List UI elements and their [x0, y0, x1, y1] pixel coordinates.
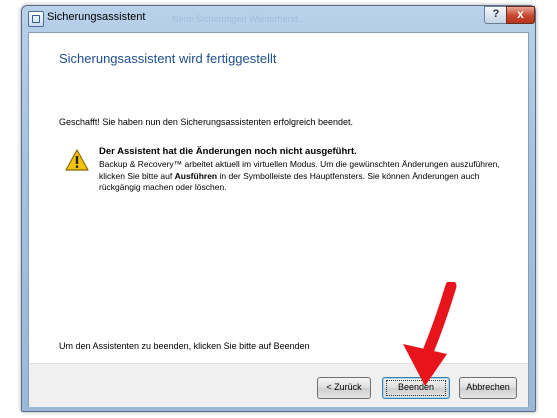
warning-title: Der Assistent hat die Änderungen noch ni…: [99, 146, 357, 157]
background-window-title: Neue Sicherungen Wiederherst...: [172, 14, 306, 24]
close-button[interactable]: x: [506, 6, 535, 24]
cancel-button[interactable]: Abbrechen: [459, 377, 517, 399]
back-button[interactable]: < Zurück: [317, 377, 371, 399]
warning-icon: [65, 149, 89, 171]
app-icon: [28, 11, 44, 27]
intro-text: Geschafft! Sie haben nun den Sicherungsa…: [59, 117, 354, 127]
red-arrow-annotation: [403, 282, 457, 386]
help-button[interactable]: ?: [484, 6, 508, 24]
run-command-name: Ausführen: [174, 170, 218, 181]
page-title: Sicherungsassistent wird fertiggestellt: [59, 51, 277, 66]
window-title: Sicherungsassistent: [47, 11, 146, 23]
title-bar[interactable]: Sicherungsassistent Neue Sicherungen Wie…: [22, 6, 535, 32]
warning-text: Backup & Recovery™ arbeitet aktuell im v…: [99, 159, 500, 192]
finish-hint: Um den Assistenten zu beenden, klicken S…: [59, 341, 310, 351]
